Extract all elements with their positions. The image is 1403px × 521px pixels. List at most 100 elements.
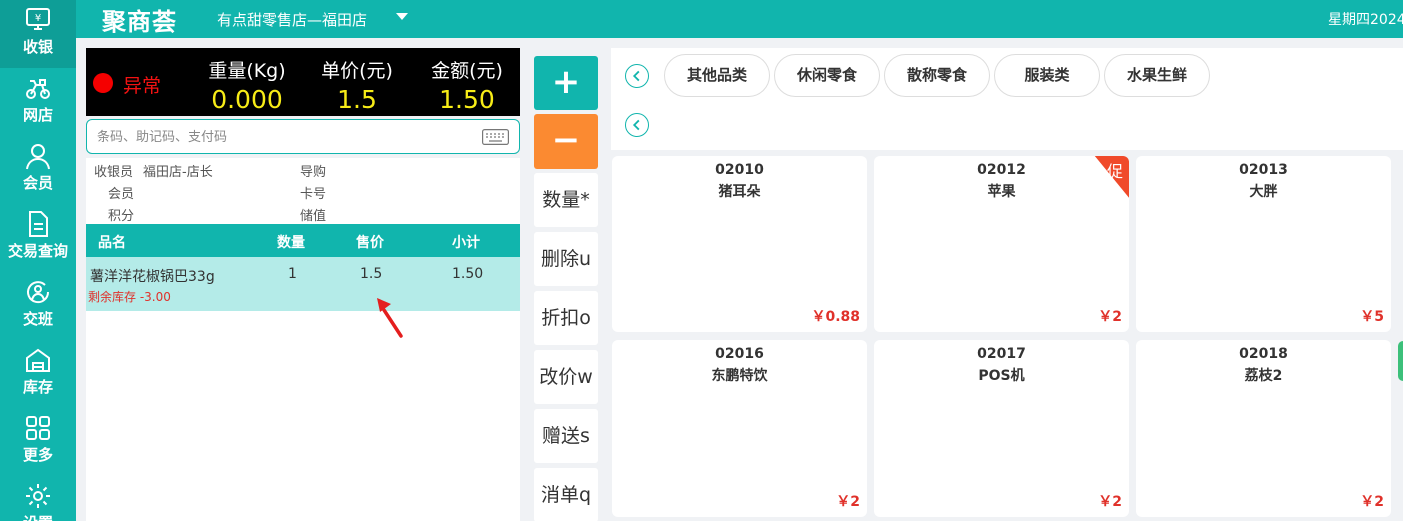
product-code: 02016 [715,346,764,362]
annotation-arrow-icon [377,298,403,338]
category-pill[interactable]: 散称零食 [884,54,990,97]
barcode-search [86,119,520,154]
category-bar: 其他品类 休闲零食 散称零食 服装类 水果生鲜 [611,48,1403,150]
keyboard-icon[interactable] [482,129,509,145]
delete-button[interactable]: 删除u [534,232,598,286]
amount-column: 金额(元) 1.50 [412,56,522,114]
sidebar-item-member[interactable]: 会员 [0,136,76,204]
item-name: 薯洋洋花椒锅巴33g [90,269,215,285]
category-pill[interactable]: 服装类 [994,54,1100,97]
col-name: 品名 [98,235,126,251]
product-card[interactable]: 02018 荔枝2 ￥2 [1136,340,1391,517]
scale-display: 异常 重量(Kg) 0.000 单价(元) 1.5 金额(元) 1.50 [86,48,520,116]
unit-price-label: 单价(元) [321,60,393,82]
app-logo: 聚商荟 [102,8,177,36]
sidebar-item-label: 更多 [22,446,53,464]
unit-price-value: 1.5 [337,85,377,114]
sidebar-item-online-store[interactable]: 网店 [0,68,76,136]
discount-button[interactable]: 折扣o [534,291,598,345]
amount-value: 1.50 [439,85,495,114]
product-price: ￥2 [1098,309,1122,325]
item-price: 1.5 [360,266,383,282]
product-price: ￥0.88 [811,309,860,325]
weight-label: 重量(Kg) [208,60,286,82]
product-price: ￥5 [1360,309,1384,325]
status-text: 异常 [123,75,162,97]
warehouse-icon [26,348,50,372]
guide-label[interactable]: 导购 [300,161,326,180]
item-qty: 1 [288,266,297,282]
sidebar-item-transactions[interactable]: 交易查询 [0,204,76,272]
product-card[interactable]: 02010 猪耳朵 ￥0.88 [612,156,867,332]
product-name: 东鹏特饮 [711,368,768,384]
member-label[interactable]: 会员 [108,183,134,202]
delivery-bike-icon [26,79,50,99]
sidebar-item-label: 网店 [22,106,53,124]
product-name: 大胖 [1249,184,1278,200]
chevron-left-icon[interactable] [625,64,649,88]
increase-button[interactable]: + [534,56,598,110]
col-price: 售价 [356,235,384,251]
col-subtotal: 小计 [452,235,480,251]
caret-down-icon[interactable] [396,13,408,20]
amount-label: 金额(元) [431,60,503,82]
member-icon [26,144,50,170]
product-code: 02018 [1239,346,1288,362]
product-card[interactable]: 02012 苹果 ￥2 促 [874,156,1129,332]
product-name: 猪耳朵 [718,184,761,200]
sidebar-item-inventory[interactable]: 库存 [0,340,76,408]
card-label: 卡号 [300,187,327,202]
grid-icon [26,416,50,440]
sidebar-item-label: 交班 [22,310,53,328]
product-name: 荔枝2 [1244,368,1283,384]
sidebar-item-label: 设置 [0,512,76,521]
sidebar-item-cashier[interactable]: ¥ 收银 [0,0,76,68]
chevron-left-icon[interactable] [625,113,649,137]
svg-text:¥: ¥ [35,13,41,24]
sidebar-item-shift[interactable]: 交班 [0,272,76,340]
item-subtotal: 1.50 [452,266,484,282]
product-code: 02010 [715,162,764,178]
item-stock: 剩余库存 -3.00 [88,290,171,304]
sidebar-item-label: 库存 [22,378,53,396]
sidebar: ¥ 收银 网店 会员 交易查询 交班 库存 更多 [0,0,76,521]
product-name: POS机 [978,368,1025,384]
table-row[interactable]: 薯洋洋花椒锅巴33g 1 1.5 1.50 剩余库存 -3.00 [86,257,520,311]
category-pill[interactable]: 水果生鲜 [1104,54,1210,97]
sidebar-item-label: 收银 [22,38,53,56]
side-tab[interactable] [1398,341,1403,381]
product-code: 02017 [977,346,1026,362]
category-pill[interactable]: 休闲零食 [774,54,880,97]
sidebar-item-more[interactable]: 更多 [0,408,76,476]
date-display: 星期四2024 [1328,12,1403,28]
cart-table: 品名 数量 售价 小计 薯洋洋花椒锅巴33g 1 1.5 1.50 剩余库存 -… [86,224,520,521]
status-indicator [93,73,113,93]
gift-button[interactable]: 赠送s [534,409,598,463]
category-pill[interactable]: 其他品类 [664,54,770,97]
product-code: 02013 [1239,162,1288,178]
unit-price-column: 单价(元) 1.5 [302,56,412,114]
gear-icon [26,484,50,508]
product-card[interactable]: 02013 大胖 ￥5 [1136,156,1391,332]
barcode-input[interactable] [97,127,477,147]
promo-badge: 促 [1106,162,1123,181]
decrease-button[interactable]: − [534,114,598,169]
product-card[interactable]: 02016 东鹏特饮 ￥2 [612,340,867,517]
shift-change-icon [27,281,50,304]
change-price-button[interactable]: 改价w [534,350,598,404]
sidebar-item-label: 会员 [22,174,53,192]
quantity-button[interactable]: 数量* [534,173,598,227]
cancel-order-button[interactable]: 消单q [534,468,598,521]
store-selector[interactable]: 有点甜零售店—福田店 [217,9,367,30]
pos-app: ¥ 收银 网店 会员 交易查询 交班 库存 更多 聚商荟 有点甜零售店—福田店 … [0,0,1403,521]
cashier-value: 福田店-店长 [143,165,213,180]
order-info: 收银员 福田店-店长 导购 会员 卡号 积分 储值 [86,158,520,224]
cart-header: 品名 数量 售价 小计 [86,224,520,257]
points-label: 积分 [108,209,135,224]
col-qty: 数量 [277,235,305,251]
sidebar-item-label: 交易查询 [7,242,68,260]
sidebar-item-settings[interactable]: 设置 [0,476,76,521]
weight-value: 0.000 [211,85,283,114]
product-card[interactable]: 02017 POS机 ￥2 [874,340,1129,517]
cashier-icon: ¥ [26,8,50,30]
